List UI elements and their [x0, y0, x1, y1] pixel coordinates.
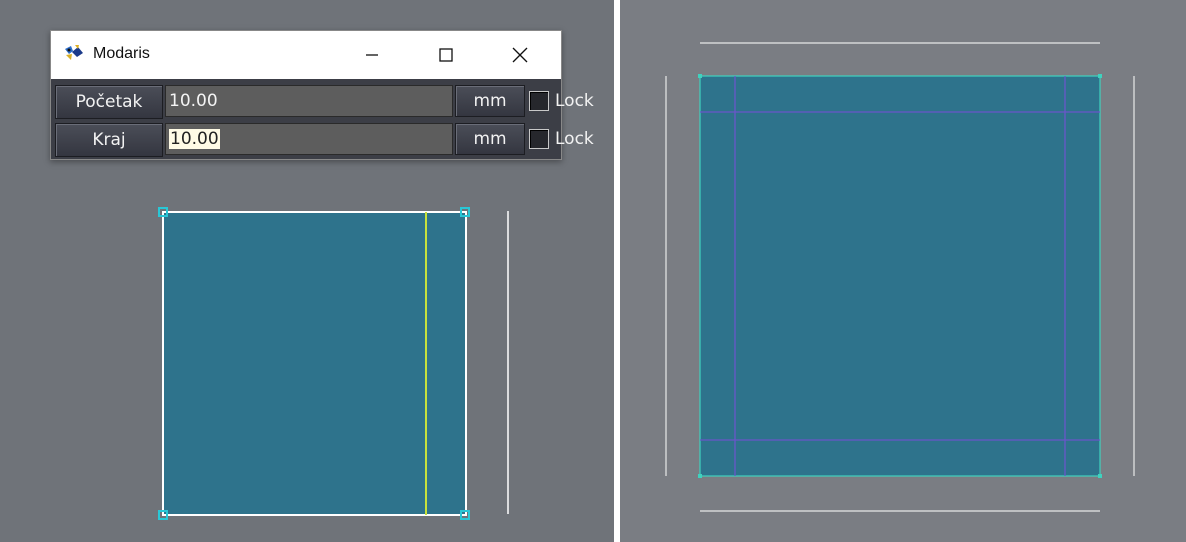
modaris-dialog: Modaris Početak 10.00 mm Lock Kraj 10.00…	[50, 30, 594, 160]
close-button[interactable]	[497, 31, 543, 79]
end-value-field[interactable]: 10.00	[165, 123, 453, 155]
minimize-button[interactable]	[349, 31, 395, 79]
checkbox-icon	[529, 129, 549, 149]
end-row: Kraj 10.00 mm Lock	[53, 121, 594, 157]
start-lock-checkbox[interactable]: Lock	[529, 91, 594, 111]
end-lock-checkbox[interactable]: Lock	[529, 129, 594, 149]
end-label-button[interactable]: Kraj	[55, 123, 163, 157]
pattern-piece[interactable]	[162, 211, 467, 516]
left-workspace[interactable]: Modaris Početak 10.00 mm Lock Kraj 10.00…	[0, 0, 614, 542]
start-unit-button[interactable]: mm	[455, 85, 525, 117]
corner-point[interactable]	[1098, 474, 1102, 478]
modaris-app-icon	[65, 45, 83, 60]
maximize-button[interactable]	[423, 31, 469, 79]
close-icon	[512, 47, 528, 63]
start-value-field[interactable]: 10.00	[165, 85, 453, 117]
maximize-icon	[439, 48, 453, 62]
start-row: Početak 10.00 mm Lock	[53, 83, 594, 119]
pattern-piece[interactable]	[699, 75, 1101, 477]
end-unit-button[interactable]: mm	[455, 123, 525, 155]
right-canvas[interactable]	[620, 0, 1186, 542]
corner-point[interactable]	[698, 474, 702, 478]
end-lock-label: Lock	[555, 129, 594, 149]
window-title: Modaris	[93, 45, 150, 62]
start-label-button[interactable]: Početak	[55, 85, 163, 119]
title-bar[interactable]: Modaris	[51, 31, 561, 79]
corner-point[interactable]	[698, 74, 702, 78]
start-value-text: 10.00	[169, 91, 218, 111]
end-value-text: 10.00	[169, 129, 220, 149]
corner-point[interactable]	[1098, 74, 1102, 78]
minimize-icon	[366, 54, 378, 56]
right-workspace[interactable]	[620, 0, 1186, 542]
checkbox-icon	[529, 91, 549, 111]
start-lock-label: Lock	[555, 91, 594, 111]
